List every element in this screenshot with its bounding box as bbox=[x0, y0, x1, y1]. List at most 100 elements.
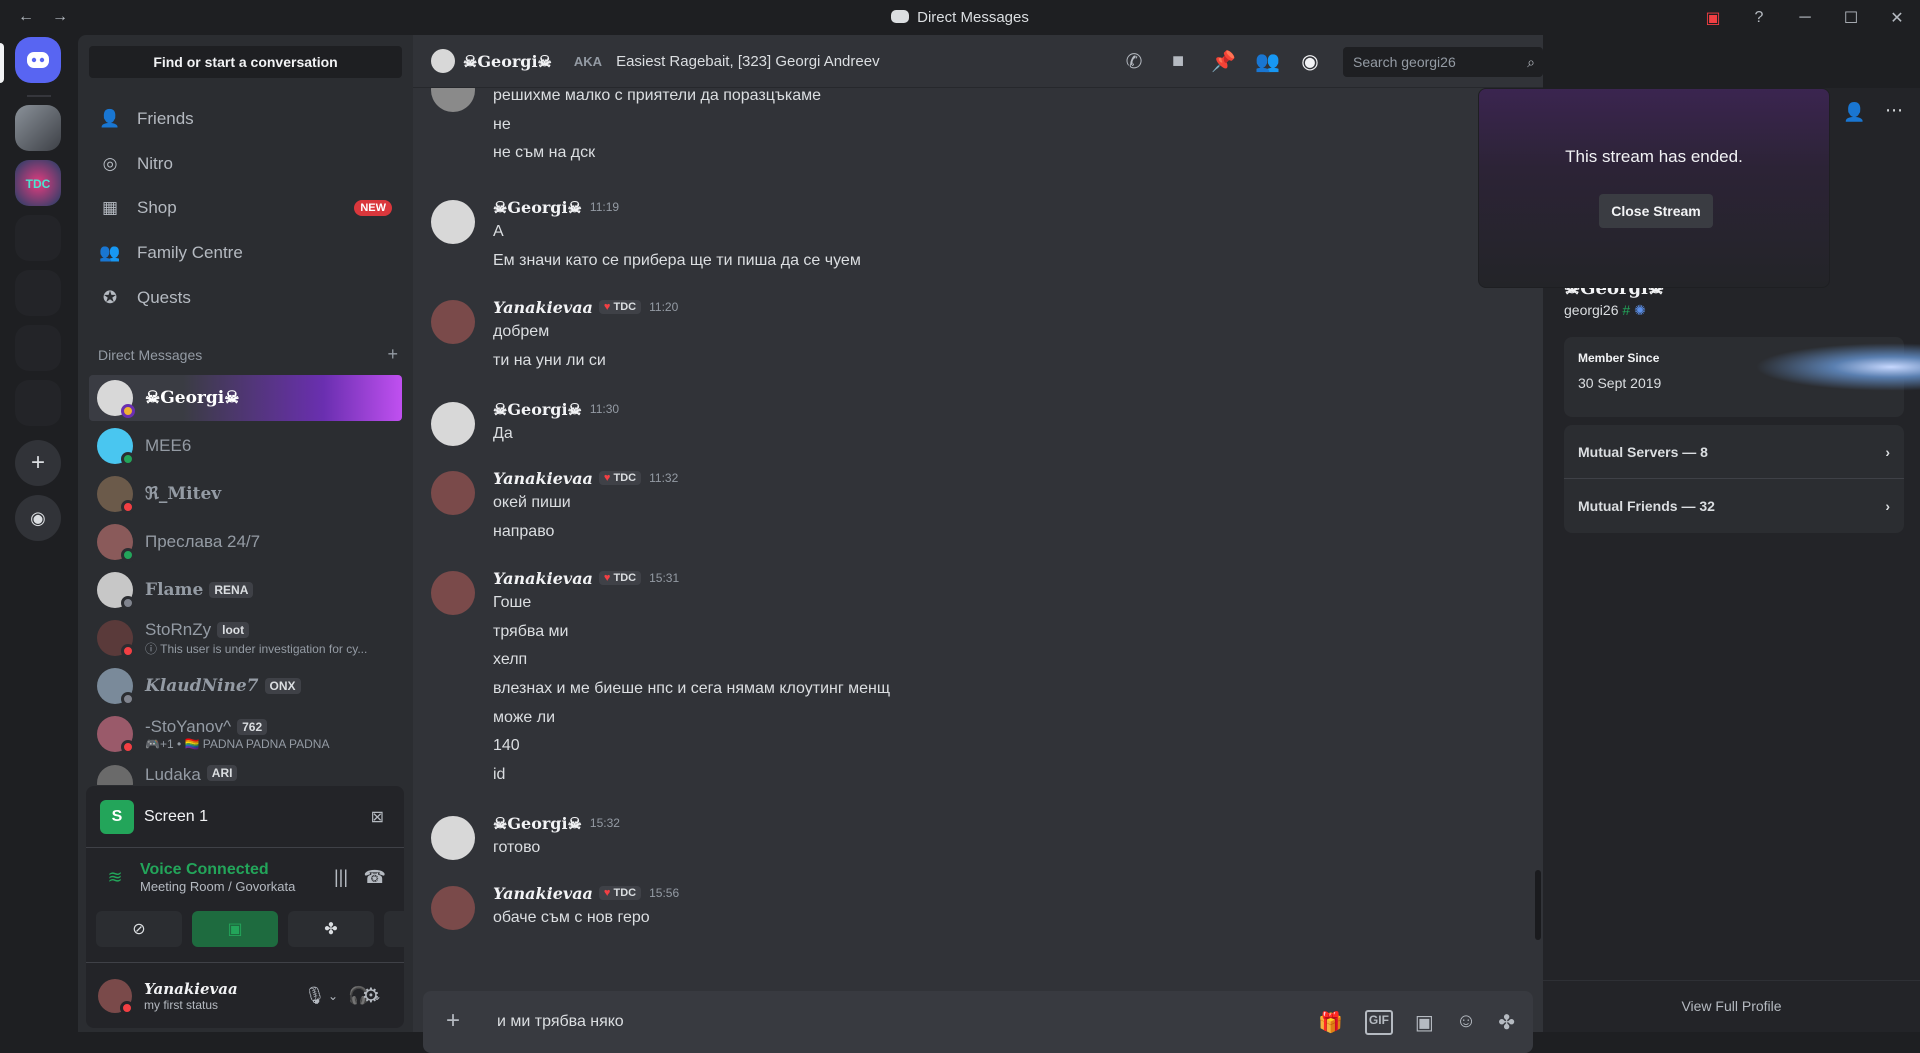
stop-stream-icon[interactable]: ⊠ bbox=[371, 807, 384, 827]
settings-icon[interactable]: ⚙ bbox=[362, 983, 380, 1008]
mutual-servers-row[interactable]: Mutual Servers — 8 › bbox=[1564, 425, 1904, 479]
voice-panel: S Screen 1 ⊠ ≋ Voice Connected Meeting R… bbox=[86, 786, 470, 1028]
avatar[interactable] bbox=[431, 200, 475, 244]
dm-item[interactable]: KlaudNine7 ONX bbox=[89, 663, 402, 709]
user-profile-icon[interactable]: ◉ bbox=[1299, 49, 1321, 74]
nitro-icon: ◎ bbox=[102, 154, 118, 173]
close-stream-button[interactable]: Close Stream bbox=[1599, 194, 1713, 228]
server-folder[interactable] bbox=[15, 215, 61, 261]
user-name: Yanakievaa bbox=[144, 979, 238, 998]
server-folder[interactable] bbox=[15, 270, 61, 316]
find-conversation-button[interactable]: Find or start a conversation bbox=[89, 46, 402, 78]
header-name[interactable]: ☠Georgi☠ bbox=[463, 52, 552, 71]
help-icon[interactable]: ? bbox=[1736, 9, 1782, 27]
server-folder[interactable] bbox=[15, 325, 61, 371]
signal-icon[interactable]: ≋ bbox=[100, 862, 130, 892]
add-server-icon[interactable]: + bbox=[15, 440, 61, 486]
more-options-icon[interactable]: ⋯ bbox=[1885, 100, 1903, 121]
dm-item[interactable]: Преслава 24/7 bbox=[89, 519, 402, 565]
user-status: my first status bbox=[144, 997, 219, 1012]
add-friend-icon[interactable]: 👤 bbox=[1843, 102, 1865, 123]
screen-share-button[interactable]: ▣ bbox=[192, 911, 278, 947]
dm-item[interactable]: StoRnZy loot ⓘ This user is under investig… bbox=[89, 615, 402, 661]
mutuals-card: Mutual Servers — 8 › Mutual Friends — 32 › bbox=[1564, 425, 1904, 533]
sticker-icon[interactable]: ▣ bbox=[1415, 1010, 1434, 1035]
avatar[interactable] bbox=[431, 88, 475, 112]
video-call-icon[interactable]: ■ bbox=[1167, 50, 1189, 73]
message-group: Yanakievaa ♥ TDC 11:32 окей пиши направо bbox=[431, 467, 1521, 546]
voice-channel[interactable]: Meeting Room / Govorkata bbox=[140, 879, 295, 894]
attach-plus-icon[interactable]: + bbox=[441, 1009, 465, 1034]
view-full-profile-button[interactable]: View Full Profile bbox=[1543, 980, 1920, 1032]
mutual-friends-row[interactable]: Mutual Friends — 32 › bbox=[1564, 479, 1904, 533]
home-button[interactable] bbox=[15, 37, 61, 83]
author-name[interactable]: Yanakievaa bbox=[493, 298, 593, 317]
author-name[interactable]: Yanakievaa bbox=[493, 884, 593, 903]
author-name[interactable]: ☠Georgi☠ bbox=[493, 814, 582, 833]
friends-icon: 👤 bbox=[99, 109, 121, 128]
emoji-icon[interactable]: ☺ bbox=[1456, 1010, 1476, 1035]
server-folder[interactable] bbox=[15, 380, 61, 426]
dm-item[interactable]: ☠Georgi☠ bbox=[89, 375, 402, 421]
profile-decoration bbox=[1755, 343, 1920, 391]
dm-item[interactable]: MEE6 bbox=[89, 423, 402, 469]
camera-off-button[interactable]: ⊘ bbox=[96, 911, 182, 947]
nav-family-centre[interactable]: 👥 Family Centre bbox=[89, 232, 402, 274]
nav-friends[interactable]: 👤 Friends bbox=[89, 98, 402, 140]
scrollbar[interactable] bbox=[1535, 870, 1541, 940]
message-input[interactable]: и ми трябва някo bbox=[497, 1013, 624, 1031]
minimize-button[interactable]: ─ bbox=[1782, 9, 1828, 27]
pin-icon[interactable]: 📌 bbox=[1211, 49, 1236, 74]
author-name[interactable]: Yanakievaa bbox=[493, 569, 593, 588]
voice-connection: ≋ Voice Connected Meeting Room / Govorka… bbox=[86, 848, 404, 906]
search-input[interactable]: Search georgi26 ⌕ bbox=[1343, 46, 1543, 77]
message-group: Yanakievaa ♥ TDC 15:31 Гоше трябва ми хелп… bbox=[431, 567, 1521, 790]
message: 140 bbox=[493, 737, 520, 755]
nav-nitro[interactable]: ◎ Nitro bbox=[89, 143, 402, 185]
nav-shop[interactable]: ▦ Shop NEW bbox=[89, 187, 402, 229]
nav-quests[interactable]: ✪ Quests bbox=[89, 277, 402, 319]
chevron-down-icon[interactable]: ⌄ bbox=[328, 989, 338, 1003]
add-friends-icon[interactable]: 👥 bbox=[1255, 49, 1280, 74]
dm-item[interactable]: ℜ_Mitev bbox=[89, 471, 402, 517]
avatar[interactable] bbox=[431, 816, 475, 860]
message: направо bbox=[493, 522, 555, 540]
screen-share-icon[interactable]: ▣ bbox=[1690, 8, 1736, 28]
discover-icon[interactable]: ◉ bbox=[15, 495, 61, 541]
chevron-right-icon: › bbox=[1885, 498, 1890, 514]
avatar[interactable] bbox=[431, 300, 475, 344]
activities-button[interactable]: ✤ bbox=[288, 911, 374, 947]
dm-item[interactable]: Ludaka ARI bbox=[89, 759, 402, 785]
avatar[interactable] bbox=[431, 571, 475, 615]
window-title: Direct Messages bbox=[0, 9, 1920, 26]
create-dm-icon[interactable]: + bbox=[387, 345, 398, 363]
guild-tag: ♥ TDC bbox=[598, 300, 642, 314]
disconnect-icon[interactable]: ☎ bbox=[364, 867, 386, 888]
gift-icon[interactable]: 🎁 bbox=[1318, 1010, 1343, 1035]
gif-icon[interactable]: GIF bbox=[1364, 1010, 1393, 1035]
message: А bbox=[493, 223, 504, 240]
divider bbox=[27, 95, 51, 97]
author-name[interactable]: ☠Georgi☠ bbox=[493, 400, 582, 419]
author-name[interactable]: ☠Georgi☠ bbox=[493, 198, 582, 217]
dm-item[interactable]: Flame RENA bbox=[89, 567, 402, 613]
avatar[interactable] bbox=[98, 978, 134, 1015]
avatar[interactable] bbox=[431, 886, 475, 930]
aka-label: AKA bbox=[573, 53, 603, 69]
dm-item[interactable]: -StoYanov^ 762 🎮+1 • 🏳️‍🌈 PADNA PADNA PADN… bbox=[89, 711, 402, 757]
avatar[interactable] bbox=[431, 402, 475, 446]
voice-call-icon[interactable]: ✆ bbox=[1123, 49, 1145, 74]
message-group: решихме малко с приятели да поразцъкаме … bbox=[431, 88, 1521, 168]
server-icon-tdc[interactable]: TDC bbox=[15, 160, 61, 206]
noise-suppression-icon[interactable]: ||| bbox=[334, 867, 348, 888]
apps-icon[interactable]: ✤ bbox=[1498, 1010, 1515, 1035]
microphone-icon[interactable]: 🎙 bbox=[304, 986, 326, 1006]
message: id bbox=[493, 766, 506, 784]
avatar[interactable] bbox=[431, 471, 475, 515]
avatar bbox=[97, 620, 135, 658]
author-name[interactable]: Yanakievaa bbox=[493, 469, 593, 488]
selected-pill bbox=[0, 43, 4, 83]
close-button[interactable]: ✕ bbox=[1874, 8, 1920, 28]
server-icon[interactable] bbox=[15, 105, 61, 151]
maximize-button[interactable]: ☐ bbox=[1828, 8, 1874, 28]
